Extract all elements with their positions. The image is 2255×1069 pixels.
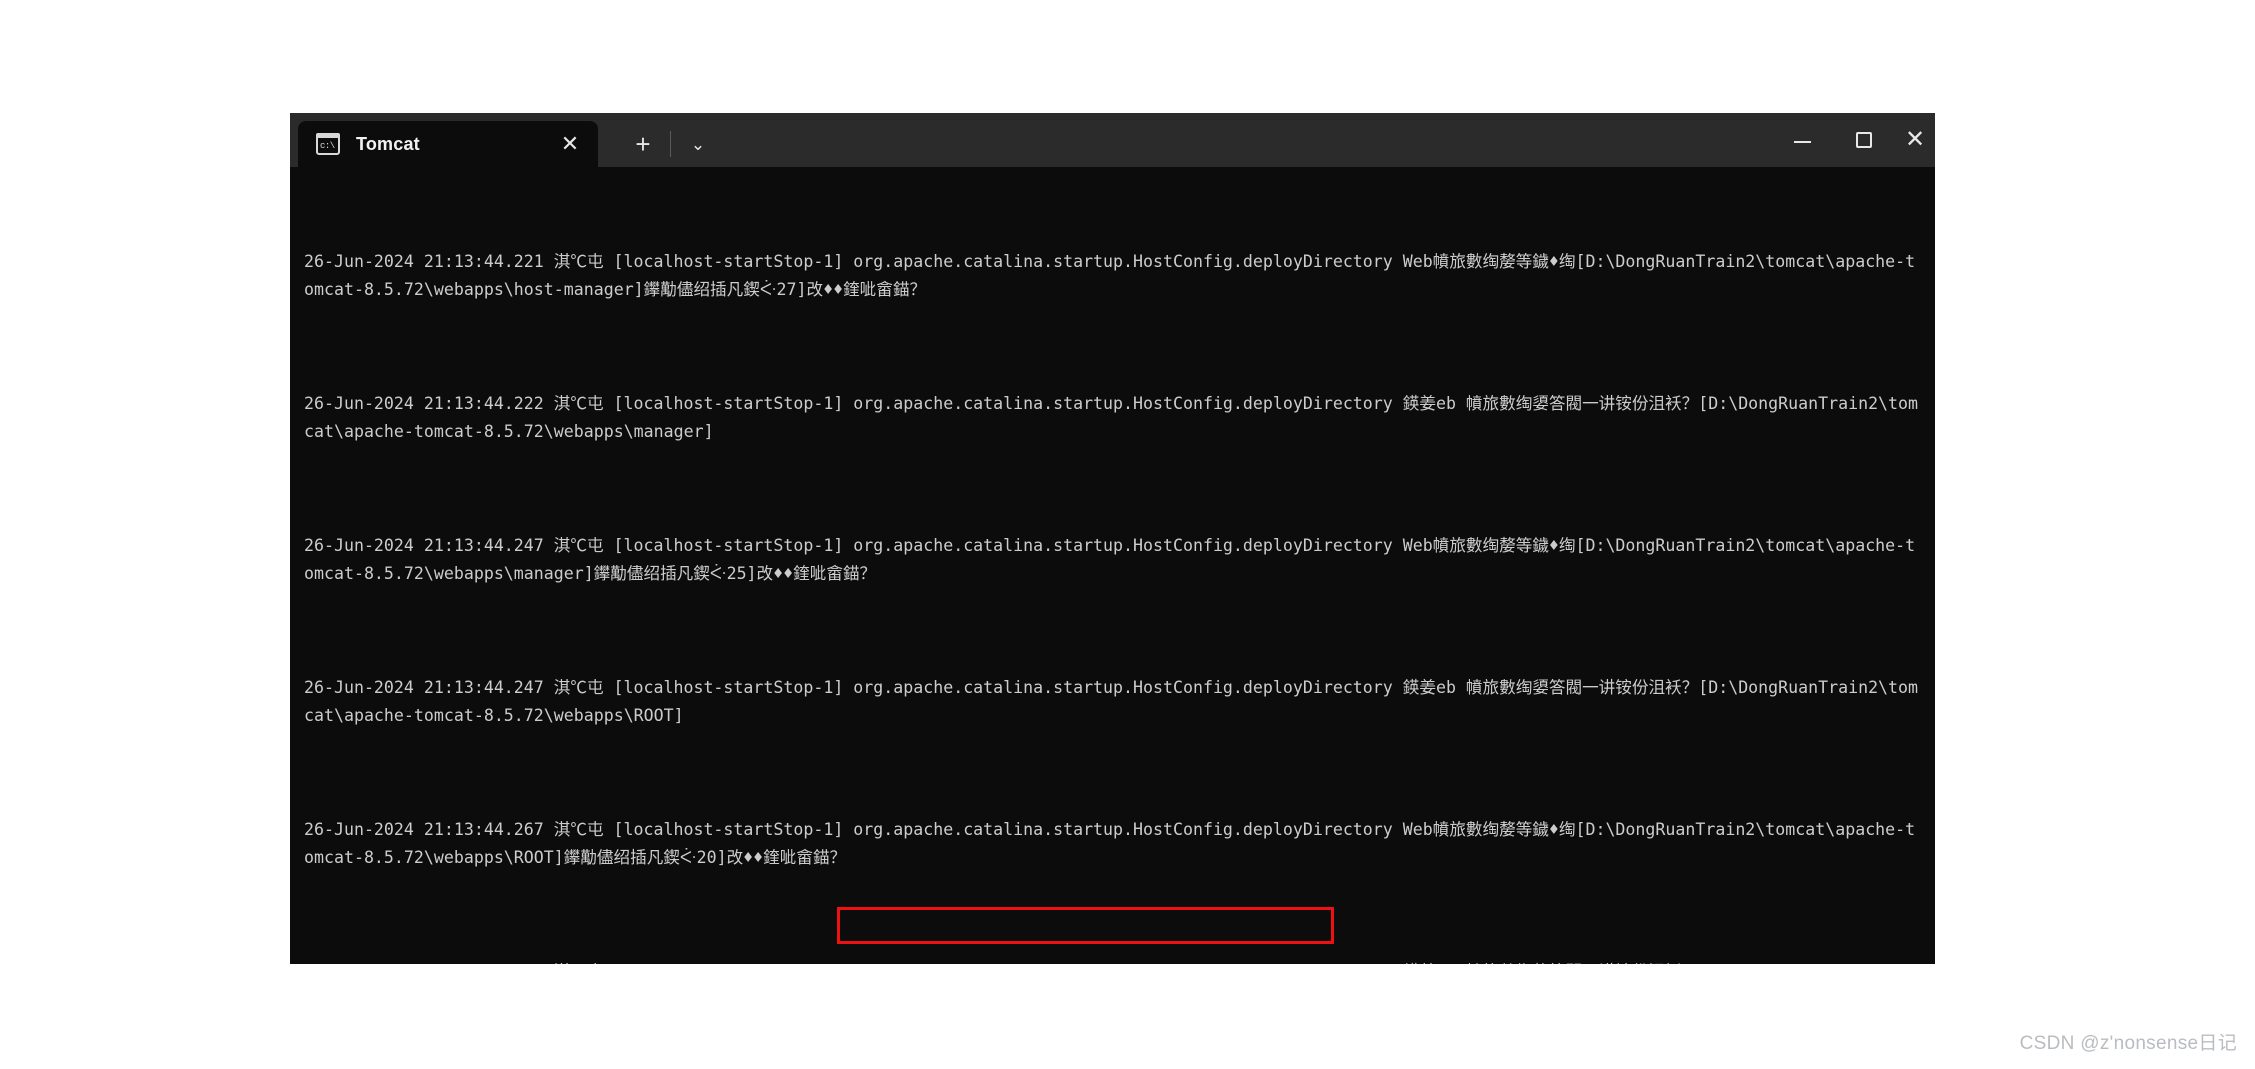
titlebar-drag-region: [721, 113, 1771, 167]
maximize-icon: [1856, 132, 1872, 148]
screenshot-root: Tomcat ✕ + ⌄ ✕ 26-Jun-2024 21:13:44.221 …: [0, 0, 2255, 1069]
console-cmd-icon: [316, 133, 340, 155]
tab-tomcat[interactable]: Tomcat ✕: [298, 121, 598, 167]
tab-title: Tomcat: [356, 133, 420, 154]
maximize-button[interactable]: [1833, 113, 1895, 167]
log-output: 26-Jun-2024 21:13:44.221 淇℃屯 [localhost-…: [304, 191, 1925, 964]
tab-strip: Tomcat ✕ + ⌄: [290, 113, 721, 167]
close-window-button[interactable]: ✕: [1895, 113, 1935, 167]
log-entry: 26-Jun-2024 21:13:44.247 淇℃屯 [localhost-…: [304, 677, 1919, 726]
new-tab-button[interactable]: +: [620, 121, 666, 167]
terminal-window: Tomcat ✕ + ⌄ ✕ 26-Jun-2024 21:13:44.221 …: [290, 113, 1935, 964]
csdn-watermark: CSDN @z'nonsense日记: [2019, 1033, 2237, 1054]
terminal-output-area[interactable]: 26-Jun-2024 21:13:44.221 淇℃屯 [localhost-…: [290, 167, 1935, 964]
minimize-button[interactable]: [1771, 113, 1833, 167]
titlebar: Tomcat ✕ + ⌄ ✕: [290, 113, 1935, 167]
close-tab-icon[interactable]: ✕: [550, 124, 590, 164]
log-entry: 26-Jun-2024 21:13:44.267 淇℃屯 [localhost-…: [304, 819, 1916, 868]
log-entry: 26-Jun-2024 21:13:44.222 淇℃屯 [localhost-…: [304, 393, 1919, 442]
minimize-icon: [1793, 141, 1811, 143]
window-controls: ✕: [1771, 113, 1935, 167]
chevron-down-icon[interactable]: ⌄: [675, 121, 721, 167]
log-entry: 26-Jun-2024 21:13:44.268 淇℃屯 [localhost-…: [304, 958, 1925, 964]
toolbar-divider: [670, 131, 671, 157]
log-entry: 26-Jun-2024 21:13:44.247 淇℃屯 [localhost-…: [304, 535, 1916, 584]
log-entry: 26-Jun-2024 21:13:44.221 淇℃屯 [localhost-…: [304, 251, 1916, 300]
